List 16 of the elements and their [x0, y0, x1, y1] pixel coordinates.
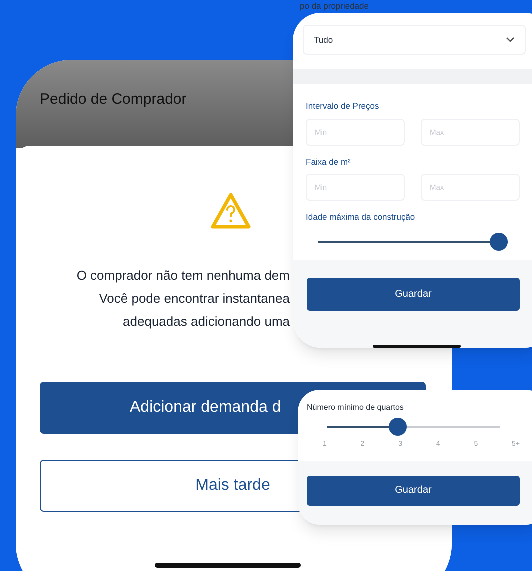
price-range-label: Intervalo de Preços — [306, 100, 380, 112]
property-type-dropdown[interactable]: Tudo — [303, 25, 526, 55]
message-line: Você pode encontrar instantanea — [99, 290, 290, 308]
header-title: Pedido de Comprador — [40, 91, 187, 108]
message-line: O comprador não tem nenhuma dem — [76, 267, 290, 285]
save-button[interactable]: Guardar — [307, 278, 520, 311]
slider-thumb[interactable] — [389, 418, 407, 436]
slider-thumb[interactable] — [490, 233, 508, 251]
area-range-label: Faixa de m² — [306, 156, 352, 168]
property-type-label: po da propriedade — [300, 1, 370, 11]
rooms-label: Número mínimo de quartos — [307, 402, 405, 414]
message-line: adequadas adicionando uma — [123, 313, 290, 331]
max-age-label: Idade máxima da construção — [306, 211, 416, 224]
warning-icon — [210, 192, 252, 230]
chevron-down-icon — [506, 37, 515, 43]
save-button[interactable]: Guardar — [307, 476, 520, 506]
